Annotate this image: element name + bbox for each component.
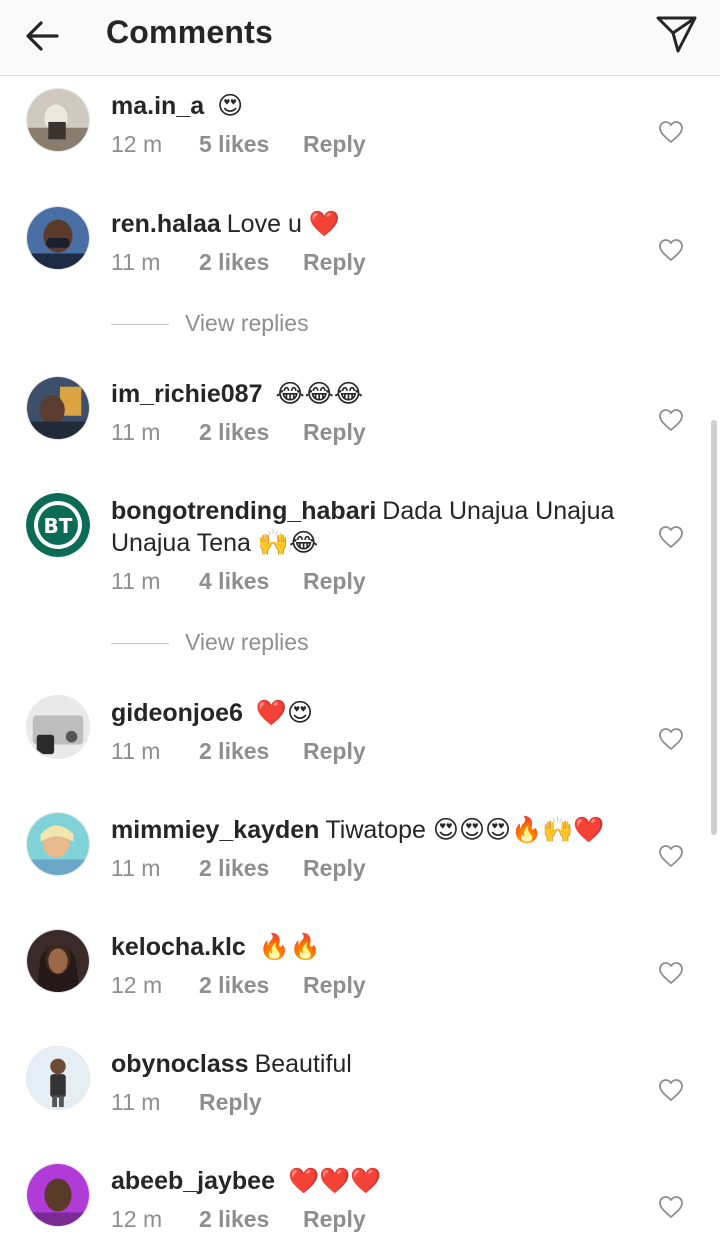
comment-time: 12 m	[111, 972, 163, 998]
comment-time: 11 m	[111, 568, 161, 594]
scrollbar[interactable]	[711, 420, 717, 835]
comment-emoji: 😂😂😂	[275, 380, 364, 408]
reply-button[interactable]: Reply	[303, 568, 366, 595]
comment-username[interactable]: ma.in_a	[111, 92, 204, 120]
like-heart-icon[interactable]	[658, 408, 684, 432]
comment-emoji: 😍	[217, 92, 244, 120]
comment-time: 12 m	[111, 131, 163, 157]
comment-meta: 12 m 2 likes Reply	[111, 1206, 366, 1233]
comment-text: im_richie087 😂😂😂	[111, 378, 631, 410]
comment-username[interactable]: mimmiey_kayden	[111, 816, 319, 844]
back-arrow-icon[interactable]	[24, 18, 60, 54]
likes-count[interactable]: 5 likes	[199, 131, 303, 158]
comment-text: bongotrending_habari Dada Unajua Unajua U…	[111, 495, 631, 559]
comment-username[interactable]: abeeb_jaybee	[111, 1167, 275, 1195]
comment-emoji: ❤️	[308, 210, 340, 238]
reply-button[interactable]: Reply	[199, 1089, 262, 1116]
avatar[interactable]	[26, 88, 90, 152]
comment-meta: 11 m 4 likes Reply	[111, 568, 366, 595]
like-heart-icon[interactable]	[658, 961, 684, 985]
like-heart-icon[interactable]	[658, 727, 684, 751]
avatar[interactable]	[26, 812, 90, 876]
comment-username[interactable]: im_richie087	[111, 380, 263, 408]
comment-username[interactable]: obynoclass	[111, 1050, 249, 1078]
comment-body: Love u	[226, 210, 302, 238]
avatar[interactable]	[26, 1046, 90, 1110]
avatar[interactable]	[26, 376, 90, 440]
comment-time: 11 m	[111, 1089, 161, 1115]
comment-time: 12 m	[111, 1206, 163, 1232]
like-heart-icon[interactable]	[658, 120, 684, 144]
avatar[interactable]	[26, 695, 90, 759]
reply-button[interactable]: Reply	[303, 419, 366, 446]
comment-text: mimmiey_kayden Tiwatope 😍😍😍🔥🙌❤️	[111, 814, 646, 846]
comment-text: abeeb_jaybee ❤️❤️❤️	[111, 1165, 631, 1197]
comment-emoji: 😍😍😍🔥🙌❤️	[432, 816, 605, 844]
comment-body: Tiwatope	[325, 816, 426, 844]
comment-text: ma.in_a 😍	[111, 90, 631, 122]
likes-count[interactable]: 2 likes	[199, 738, 303, 765]
like-heart-icon[interactable]	[658, 1195, 684, 1219]
comment-meta: 11 m 2 likes Reply	[111, 419, 366, 446]
reply-button[interactable]: Reply	[303, 1206, 366, 1233]
like-heart-icon[interactable]	[658, 844, 684, 868]
avatar[interactable]	[26, 1163, 90, 1227]
comment-time: 11 m	[111, 419, 161, 445]
page-title: Comments	[106, 14, 273, 50]
like-heart-icon[interactable]	[658, 238, 684, 262]
comment-meta: 11 m 2 likes Reply	[111, 855, 366, 882]
avatar[interactable]	[26, 206, 90, 270]
top-app-bar: Comments	[0, 0, 720, 76]
comment-username[interactable]: gideonjoe6	[111, 699, 243, 727]
comment-emoji: 🔥🔥	[258, 933, 322, 961]
comment-time: 11 m	[111, 855, 161, 881]
comment-emoji: ❤️❤️❤️	[287, 1167, 382, 1195]
comment-meta: 12 m 2 likes Reply	[111, 972, 366, 999]
reply-button[interactable]: Reply	[303, 855, 366, 882]
comment-time: 11 m	[111, 249, 161, 275]
view-replies-label[interactable]: View replies	[185, 310, 309, 337]
comment-text: ren.halaa Love u ❤️	[111, 208, 631, 240]
view-replies-line	[111, 324, 169, 325]
likes-count[interactable]: 4 likes	[199, 568, 303, 595]
view-replies-line	[111, 643, 169, 644]
reply-button[interactable]: Reply	[303, 972, 366, 999]
reply-button[interactable]: Reply	[303, 249, 366, 276]
comment-meta: 11 m 2 likes Reply	[111, 249, 366, 276]
reply-button[interactable]: Reply	[303, 738, 366, 765]
likes-count[interactable]: 2 likes	[199, 249, 303, 276]
avatar[interactable]: BT	[26, 493, 90, 557]
likes-count[interactable]: 2 likes	[199, 1206, 303, 1233]
comment-emoji: 🙌😂	[257, 529, 319, 557]
comment-text: gideonjoe6 ❤️😍	[111, 697, 631, 729]
comment-meta: 12 m 5 likes Reply	[111, 131, 366, 158]
comment-body: Beautiful	[254, 1050, 352, 1078]
comment-username[interactable]: bongotrending_habari	[111, 497, 376, 525]
comment-username[interactable]: kelocha.klc	[111, 933, 246, 961]
like-heart-icon[interactable]	[658, 1078, 684, 1102]
likes-count[interactable]: 2 likes	[199, 419, 303, 446]
send-direct-icon[interactable]	[654, 14, 698, 54]
view-replies-link[interactable]: View replies	[111, 629, 411, 659]
comment-text: kelocha.klc 🔥🔥	[111, 931, 631, 963]
comment-username[interactable]: ren.halaa	[111, 210, 221, 238]
view-replies-label[interactable]: View replies	[185, 629, 309, 656]
avatar-initials: BT	[44, 514, 73, 538]
comment-emoji: ❤️😍	[255, 699, 314, 727]
comment-meta: 11 m Reply	[111, 1089, 262, 1116]
likes-count[interactable]: 2 likes	[199, 855, 303, 882]
comment-list[interactable]: ma.in_a 😍 12 m5 likes Reply ren.halaa Love…	[0, 76, 720, 1241]
avatar[interactable]	[26, 929, 90, 993]
likes-count[interactable]: 2 likes	[199, 972, 303, 999]
like-heart-icon[interactable]	[658, 525, 684, 549]
reply-button[interactable]: Reply	[303, 131, 366, 158]
view-replies-link[interactable]: View replies	[111, 310, 411, 340]
comment-time: 11 m	[111, 738, 161, 764]
comment-text: obynoclass Beautiful	[111, 1048, 631, 1080]
comment-meta: 11 m 2 likes Reply	[111, 738, 366, 765]
